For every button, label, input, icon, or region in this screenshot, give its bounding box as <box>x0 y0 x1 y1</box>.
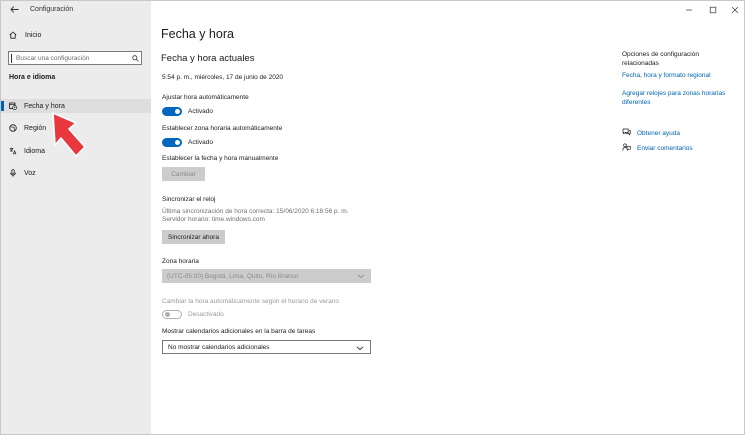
help-chat-icon <box>622 128 631 136</box>
language-icon <box>9 147 17 155</box>
home-button[interactable]: Inicio <box>9 29 41 41</box>
sidebar-section-title: Hora e idioma <box>9 74 56 81</box>
get-help-link[interactable]: Obtener ayuda <box>637 129 744 138</box>
timezone-label: Zona horaria <box>162 258 199 265</box>
sidebar-item-label: Voz <box>24 169 36 177</box>
dst-toggle[interactable] <box>162 310 182 319</box>
minimize-button[interactable] <box>679 1 699 18</box>
auto-time-state: Activado <box>188 108 213 115</box>
related-link-additional-clocks[interactable]: Agregar relojes para zonas horarias dife… <box>622 89 737 107</box>
search-icon <box>129 54 141 62</box>
calendars-label: Mostrar calendarios adicionales en la ba… <box>162 328 316 335</box>
calendar-clock-icon <box>9 102 17 110</box>
auto-time-toggle[interactable] <box>162 107 182 116</box>
time-server-text: Servidor horario: time.windows.com <box>162 216 265 223</box>
calendars-value: No mostrar calendarios adicionales <box>168 343 270 351</box>
search-input[interactable] <box>11 53 129 63</box>
manual-datetime-label: Establecer la fecha y hora manualmente <box>162 155 279 162</box>
related-settings-title: Opciones de configuración relacionadas <box>622 51 699 67</box>
sidebar-item-voz[interactable]: Voz <box>1 166 151 180</box>
search-box[interactable] <box>8 51 142 65</box>
send-feedback-link[interactable]: Enviar comentarios <box>637 144 744 153</box>
app-title: Configuración <box>30 6 74 13</box>
minimize-icon <box>686 9 692 10</box>
home-icon <box>9 31 17 39</box>
dst-label: Cambiar la hora automáticamente según el… <box>162 298 340 305</box>
dst-state: Desactivado <box>188 311 224 318</box>
back-button[interactable] <box>4 1 24 18</box>
change-button[interactable]: Cambiar <box>162 167 205 181</box>
sync-title: Sincronizar el reloj <box>162 196 216 203</box>
globe-icon <box>9 124 17 132</box>
maximize-icon <box>709 6 717 13</box>
section-title: Fecha y hora actuales <box>161 53 255 64</box>
sidebar-item-label: Idioma <box>24 147 46 155</box>
related-link-regional-format[interactable]: Fecha, hora y formato regional <box>622 71 737 80</box>
auto-timezone-state: Activado <box>188 139 213 146</box>
title-bar: Configuración <box>1 1 73 18</box>
pointer-arrow-icon <box>52 112 86 157</box>
feedback-icon <box>622 143 631 151</box>
auto-timezone-toggle[interactable] <box>162 138 182 147</box>
sync-now-button[interactable]: Sincronizar ahora <box>162 230 225 244</box>
chevron-down-icon <box>357 274 365 279</box>
sidebar-item-label: Región <box>24 124 47 132</box>
home-label: Inicio <box>25 31 42 39</box>
current-datetime: 5:54 p. m., miércoles, 17 de junio de 20… <box>162 74 284 81</box>
close-icon <box>731 6 739 13</box>
settings-window: Configuración Inicio Hora e idioma Fecha… <box>0 0 745 435</box>
auto-timezone-label: Establecer zona horaria automáticamente <box>162 125 283 132</box>
chevron-down-icon <box>356 346 364 351</box>
close-button[interactable] <box>725 1 744 18</box>
back-arrow-icon <box>9 6 18 13</box>
timezone-select[interactable]: (UTC-05:00) Bogotá, Lima, Quito, Río Bra… <box>162 269 371 283</box>
calendars-select[interactable]: No mostrar calendarios adicionales <box>162 340 371 354</box>
timezone-value: (UTC-05:00) Bogotá, Lima, Quito, Río Bra… <box>167 272 299 280</box>
last-sync-text: Última sincronización de hora correcta: … <box>162 208 349 215</box>
microphone-icon <box>10 169 16 177</box>
page-title: Fecha y hora <box>161 27 234 41</box>
sidebar: Configuración Inicio Hora e idioma Fecha… <box>1 1 151 434</box>
maximize-button[interactable] <box>703 1 723 18</box>
auto-time-label: Ajustar hora automáticamente <box>162 94 249 101</box>
